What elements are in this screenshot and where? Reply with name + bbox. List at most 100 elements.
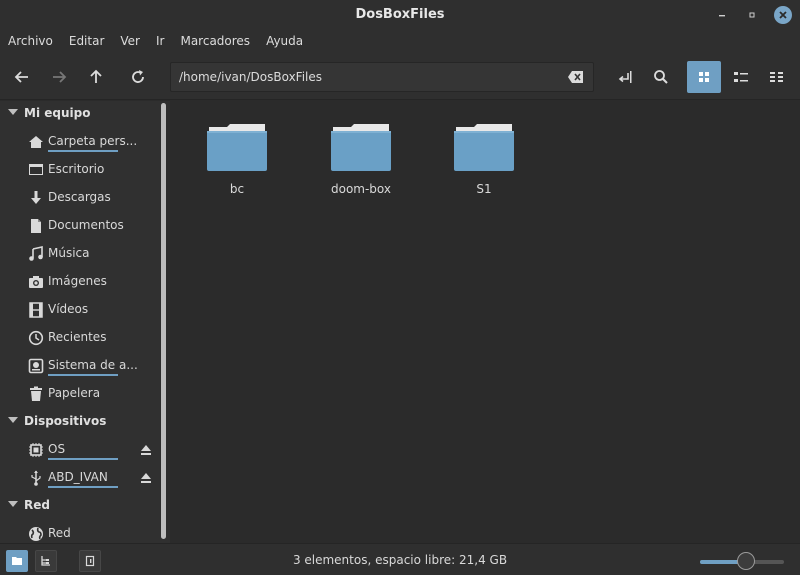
sidebar-item-abd-ivan[interactable]: ABD_IVAN (0, 464, 158, 492)
scrollbar-thumb[interactable] (161, 103, 166, 539)
grid-view-icon (699, 72, 709, 82)
sidebar-item-videos[interactable]: Vídeos (0, 296, 158, 324)
folder-item[interactable]: doom-box (311, 121, 411, 211)
sidebar-item-descargas[interactable]: Descargas (0, 184, 158, 212)
toolbar: /home/ivan/DosBoxFiles (0, 54, 800, 100)
folder-name: S1 (476, 182, 492, 196)
location-toggle-icon (618, 71, 632, 83)
maximize-icon (749, 12, 755, 18)
sidebar-item-label: Carpeta pers... (48, 134, 138, 148)
search-button[interactable] (647, 63, 675, 91)
chip-icon (29, 443, 43, 457)
music-icon (29, 246, 43, 261)
search-icon (654, 70, 668, 84)
menu-archivo[interactable]: Archivo (0, 30, 61, 54)
film-icon (29, 302, 43, 318)
file-view[interactable]: bc doom-box S1 (171, 101, 800, 543)
folder-icon (331, 124, 391, 171)
menu-marcadores[interactable]: Marcadores (172, 30, 258, 54)
zoom-slider-handle[interactable] (737, 552, 756, 570)
folder-icon (454, 124, 514, 171)
compact-view-button[interactable] (763, 63, 791, 91)
sidebar-item-label: Escritorio (48, 162, 105, 176)
sidebar-item-label: OS (48, 442, 66, 456)
sidebar-scrollbar[interactable] (160, 101, 167, 541)
close-button[interactable] (774, 6, 792, 24)
close-icon (779, 11, 787, 19)
sidebar-item-home[interactable]: Carpeta pers... (0, 128, 158, 156)
back-button[interactable] (8, 63, 36, 91)
document-icon (31, 219, 41, 233)
disk-usage-bar (48, 486, 118, 488)
folder-name: doom-box (330, 182, 391, 196)
forward-button[interactable] (45, 63, 73, 91)
sidebar-item-label: Música (48, 246, 90, 260)
reload-button[interactable] (124, 63, 152, 91)
section-title: Dispositivos (24, 414, 107, 428)
section-title: Red (24, 498, 50, 512)
sidebar-item-imagenes[interactable]: Imágenes (0, 268, 158, 296)
toggle-location-entry-button[interactable] (611, 63, 639, 91)
desktop-icon (29, 164, 43, 175)
sidebar-item-label: ABD_IVAN (48, 470, 108, 484)
disk-usage-bar (48, 374, 118, 376)
status-text: 3 elementos, espacio libre: 21,4 GB (292, 553, 508, 567)
menu-ir[interactable]: Ir (148, 30, 172, 54)
sidebar-item-red[interactable]: Red (0, 520, 158, 543)
folder-item[interactable]: S1 (434, 121, 534, 211)
usb-icon (31, 470, 41, 486)
menu-ayuda[interactable]: Ayuda (258, 30, 311, 54)
sidebar-item-label: Documentos (48, 218, 124, 232)
location-bar[interactable]: /home/ivan/DosBoxFiles (170, 62, 594, 92)
sidebar-item-recientes[interactable]: Recientes (0, 324, 158, 352)
eject-icon[interactable] (140, 472, 152, 484)
section-red[interactable]: Red (0, 494, 158, 518)
refresh-icon (132, 70, 144, 83)
sidebar-item-os[interactable]: OS (0, 436, 158, 464)
section-dispositivos[interactable]: Dispositivos (0, 410, 158, 434)
icon-view-button[interactable] (687, 61, 721, 93)
disk-usage-bar (48, 458, 118, 460)
title-bar: DosBoxFiles (0, 0, 800, 30)
sidebar-item-label: Papelera (48, 386, 101, 400)
status-bar: 3 elementos, espacio libre: 21,4 GB (0, 543, 800, 575)
sidebar-item-label: Red (48, 526, 71, 540)
window-title: DosBoxFiles (355, 7, 445, 22)
eject-icon[interactable] (140, 444, 152, 456)
minimize-button[interactable] (713, 6, 731, 24)
folder-name: bc (229, 182, 245, 196)
sidebar-item-documentos[interactable]: Documentos (0, 212, 158, 240)
menu-ver[interactable]: Ver (112, 30, 148, 54)
drive-icon (28, 358, 44, 374)
section-title: Mi equipo (24, 106, 91, 120)
home-icon (29, 136, 43, 148)
compact-view-icon (770, 72, 783, 82)
download-icon (31, 191, 41, 204)
camera-icon (29, 276, 43, 288)
arrow-up-icon (90, 69, 102, 83)
sidebar-item-label: Sistema de a... (48, 358, 138, 372)
up-button[interactable] (82, 63, 110, 91)
sidebar-item-musica[interactable]: Música (0, 240, 158, 268)
sidebar-item-label: Imágenes (48, 274, 107, 288)
globe-icon (29, 527, 43, 541)
sidebar-item-sistema-de-archivos[interactable]: Sistema de a... (0, 352, 158, 380)
sidebar-item-label: Vídeos (48, 302, 89, 316)
menu-bar: Archivo Editar Ver Ir Marcadores Ayuda (0, 30, 800, 54)
trash-icon (30, 386, 42, 401)
list-view-button[interactable] (727, 63, 755, 91)
folder-item[interactable]: bc (187, 121, 287, 211)
expand-arrow-icon (8, 417, 18, 423)
sidebar-item-label: Descargas (48, 190, 111, 204)
expand-arrow-icon (8, 109, 18, 115)
sidebar-item-escritorio[interactable]: Escritorio (0, 156, 158, 184)
menu-editar[interactable]: Editar (61, 30, 113, 54)
folder-icon (207, 124, 267, 171)
sidebar-item-papelera[interactable]: Papelera (0, 380, 158, 408)
section-mi-equipo[interactable]: Mi equipo (0, 102, 158, 126)
list-view-icon (734, 72, 748, 82)
maximize-button[interactable] (743, 6, 761, 24)
arrow-left-icon (14, 71, 28, 83)
location-path[interactable]: /home/ivan/DosBoxFiles (179, 70, 322, 84)
clear-location-button[interactable] (567, 70, 585, 84)
